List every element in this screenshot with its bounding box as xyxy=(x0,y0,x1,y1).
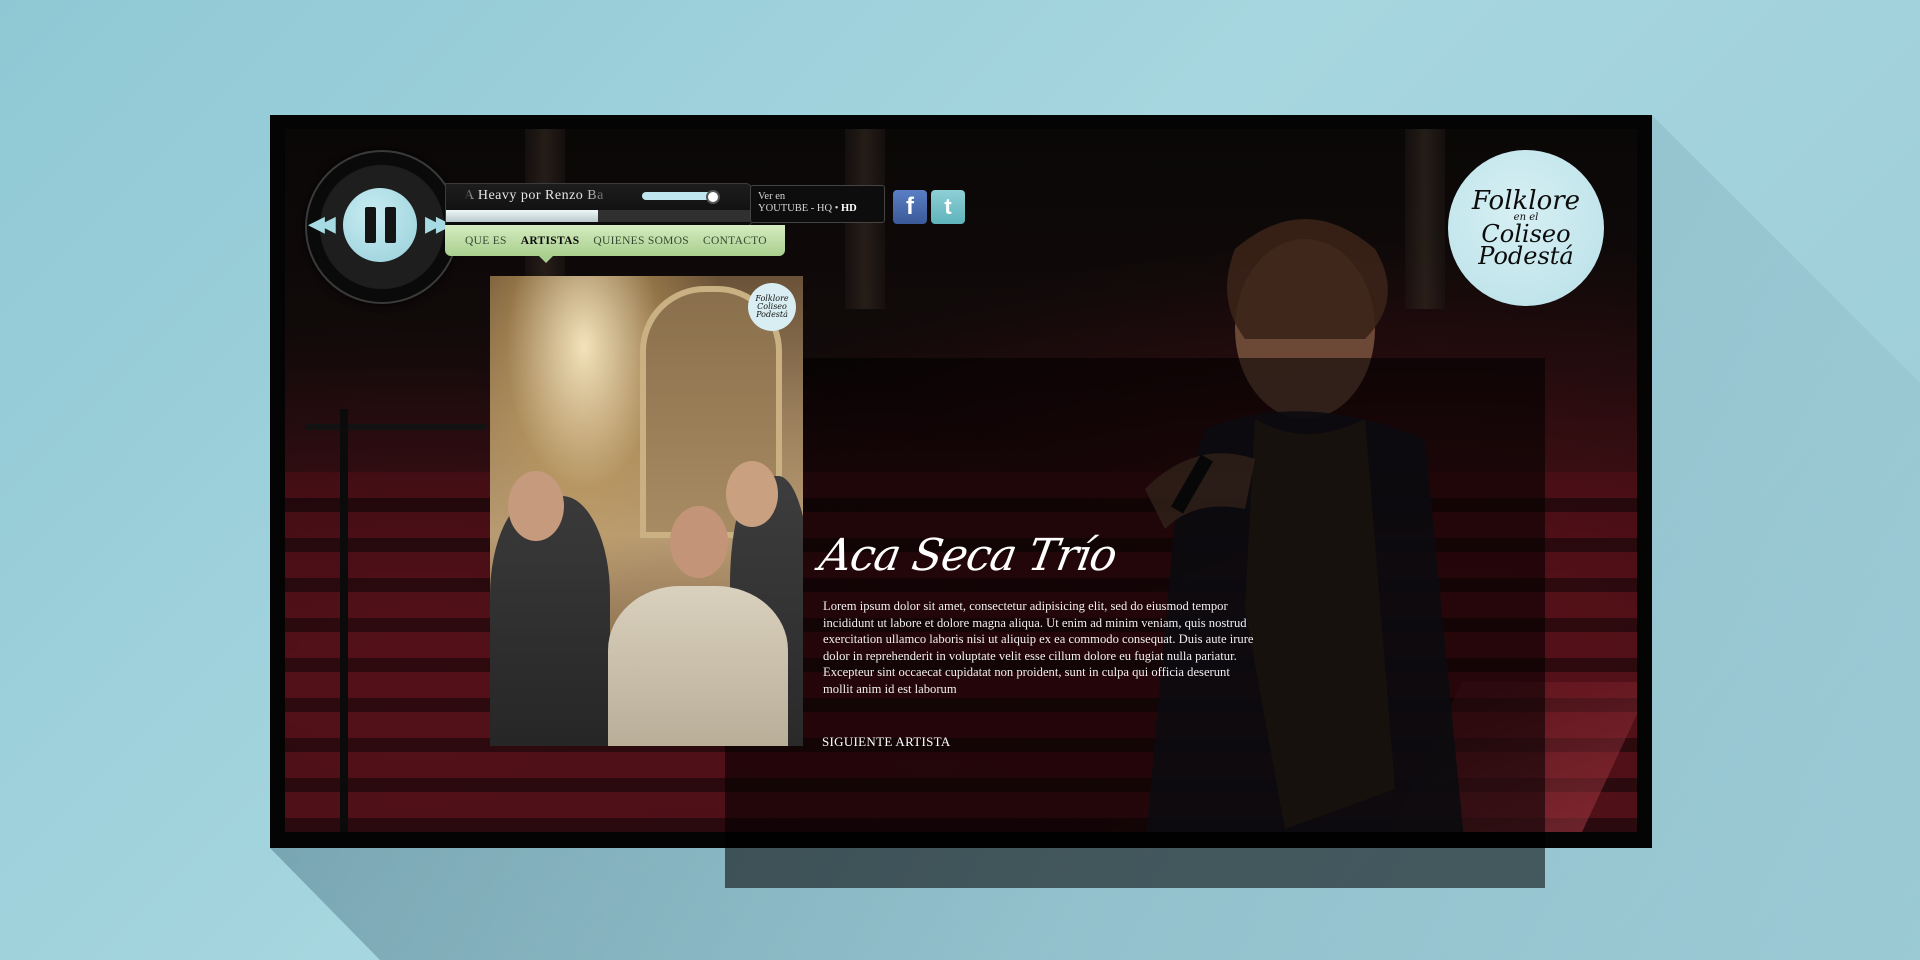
photo-person xyxy=(608,586,788,746)
pause-icon xyxy=(384,207,396,243)
nav-item-artistas[interactable]: ARTISTAS xyxy=(521,235,580,247)
hd-line2: YOUTUBE - HQ • HD xyxy=(758,203,884,215)
progress-fill xyxy=(446,210,598,222)
twitter-glyph: t xyxy=(944,194,952,219)
volume-knob[interactable] xyxy=(706,190,720,204)
facebook-glyph: f xyxy=(906,193,914,220)
next-artist-link[interactable]: SIGUIENTE ARTISTA xyxy=(822,734,951,750)
badge-line3: Podestá xyxy=(756,310,788,319)
artist-name: Aca Seca Trío xyxy=(815,530,1121,581)
twitter-icon[interactable]: t xyxy=(931,190,965,224)
logo-line1: Folklore xyxy=(1471,186,1581,216)
main-nav: QUE ES ARTISTAS QUIENES SOMOS CONTACTO xyxy=(445,225,785,256)
mic-stand-arm xyxy=(305,424,485,430)
nav-active-caret xyxy=(539,256,553,263)
facebook-icon[interactable]: f xyxy=(893,190,927,224)
hd-label: HD xyxy=(841,203,857,214)
site-logo[interactable]: Folklore en el Coliseo Podestá xyxy=(1448,150,1604,306)
logo-line4: Podestá xyxy=(1478,242,1574,270)
photo-person-head xyxy=(508,471,564,541)
artist-bio: Lorem ipsum dolor sit amet, consectetur … xyxy=(823,599,1254,696)
volume-slider[interactable] xyxy=(642,192,712,200)
mic-stand xyxy=(340,409,348,832)
hd-line2-prefix: YOUTUBE - HQ • xyxy=(758,203,842,214)
nav-item-contacto[interactable]: CONTACTO xyxy=(703,235,767,247)
photo-person-head xyxy=(726,461,778,527)
fast-forward-icon[interactable]: ▶▶ xyxy=(425,213,453,235)
nav-item-quienes-somos[interactable]: QUIENES SOMOS xyxy=(593,235,689,247)
photo-person-head xyxy=(670,506,728,578)
artist-photo: Folklore Coliseo Podestá xyxy=(490,276,803,746)
track-title: A Heavy por Renzo Ba xyxy=(464,188,604,203)
youtube-hd-toggle[interactable]: Ver en YOUTUBE - HQ • HD xyxy=(750,185,885,223)
player-track-bar: A Heavy por Renzo Ba xyxy=(445,183,752,227)
photo-logo-badge: Folklore Coliseo Podestá xyxy=(748,283,796,331)
nav-item-que-es[interactable]: QUE ES xyxy=(465,235,507,247)
hd-line1: Ver en xyxy=(758,191,786,202)
pause-button[interactable] xyxy=(343,188,417,262)
pause-icon xyxy=(364,207,376,243)
rewind-icon[interactable]: ◀◀ xyxy=(308,213,336,235)
